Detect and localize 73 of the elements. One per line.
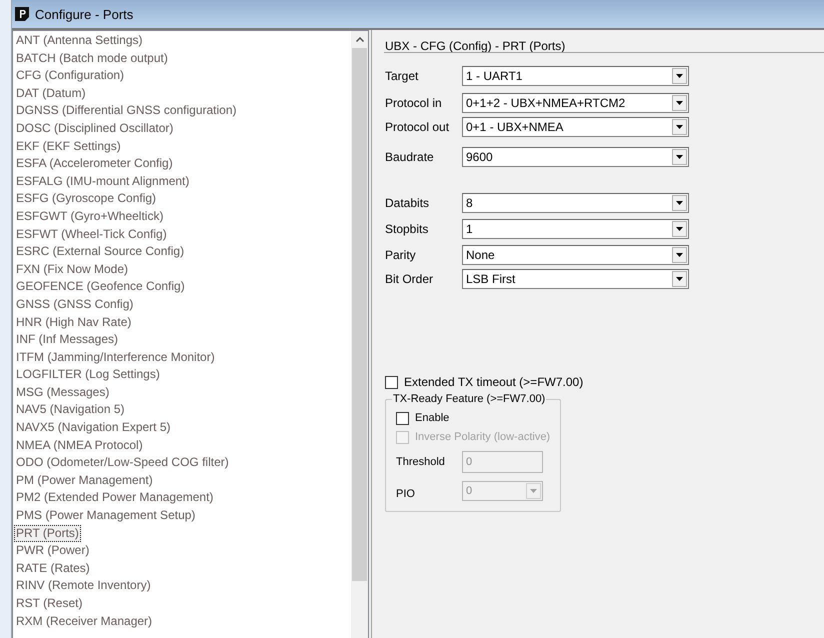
window-title: Configure - Ports [35, 6, 134, 22]
message-list-item[interactable]: FXN (Fix Now Mode) [13, 260, 130, 278]
field-label: Databits [385, 196, 430, 210]
message-list-item[interactable]: DGNSS (Differential GNSS configuration) [13, 102, 239, 120]
scroll-thumb[interactable] [352, 48, 367, 581]
field-label: Threshold [396, 456, 446, 468]
message-list-item[interactable]: CFG (Configuration) [13, 67, 126, 85]
field-label: PIO [396, 487, 416, 500]
message-list-item[interactable]: ESFWT (Wheel-Tick Config) [13, 226, 169, 244]
dropdown-arrow-icon [676, 253, 683, 257]
message-list-item[interactable]: ODO (Odometer/Low-Speed COG filter) [13, 454, 231, 472]
dropdown-arrow-icon [676, 101, 683, 105]
dropdown[interactable]: 0+1 - UBX+NMEA [462, 117, 689, 137]
dropdown-arrow-icon [676, 74, 683, 78]
checkbox[interactable] [385, 376, 398, 388]
message-list-item[interactable]: BATCH (Batch mode output) [13, 50, 170, 68]
dropdown[interactable]: 1 [462, 219, 689, 239]
dropdown[interactable]: 8 [462, 193, 689, 213]
message-list-item[interactable]: EKF (EKF Settings) [13, 138, 123, 156]
message-list-item[interactable]: RST (Reset) [13, 595, 84, 613]
message-list-item[interactable]: NMEA (NMEA Protocol) [13, 436, 145, 454]
message-list-item[interactable]: ESFALG (IMU-mount Alignment) [13, 172, 192, 190]
message-list-item[interactable]: RXM (Receiver Manager) [13, 612, 154, 630]
dropdown[interactable]: 9600 [462, 147, 689, 167]
message-list-item[interactable]: PM2 (Extended Power Management) [13, 489, 216, 508]
message-list-item[interactable]: ESFG (Gyroscope Config) [13, 190, 158, 208]
message-list-item[interactable]: PRT (Ports) [14, 524, 81, 542]
message-list-item[interactable]: GEOFENCE (Geofence Config) [13, 278, 187, 296]
message-list-item[interactable]: PM (Power Management) [13, 472, 155, 490]
message-list-item[interactable]: RINV (Remote Inventory) [13, 577, 153, 595]
field-label: Protocol in [385, 96, 443, 110]
message-list-item[interactable]: NAVX5 (Navigation Expert 5) [13, 419, 173, 437]
field-label: Protocol out [385, 120, 450, 134]
checkbox-label: Extended TX timeout (>=FW7.00) [404, 375, 584, 389]
dropdown-arrow-icon [676, 227, 683, 231]
message-list-item[interactable]: HNR (High Nav Rate) [13, 314, 134, 332]
field-label: Stopbits [385, 222, 430, 236]
message-list-item[interactable]: PWR (Power) [13, 542, 92, 560]
checkbox-label: Enable [415, 412, 450, 424]
message-list-item[interactable]: ITFM (Jamming/Interference Monitor) [13, 348, 217, 366]
dropdown-arrow-icon [530, 489, 537, 493]
field-label: Bit Order [385, 272, 434, 286]
message-list-item[interactable]: DOSC (Disciplined Oscillator) [13, 120, 176, 138]
checkbox[interactable] [396, 412, 409, 424]
field-label: Baudrate [385, 150, 435, 164]
dropdown[interactable]: LSB First [462, 269, 689, 289]
dropdown-arrow-icon [676, 277, 683, 281]
message-list-item[interactable]: ESRC (External Source Config) [13, 243, 186, 261]
section-heading: UBX - CFG (Config) - PRT (Ports) [384, 38, 566, 52]
scroll-up-icon[interactable] [356, 37, 364, 42]
dropdown-arrow-icon [676, 125, 683, 129]
message-list-item[interactable]: NAV5 (Navigation 5) [13, 401, 126, 420]
message-list-item[interactable]: GNSS (GNSS Config) [13, 296, 136, 314]
message-list-item[interactable]: ESFGWT (Gyro+Wheeltick) [13, 208, 166, 226]
dropdown-arrow-icon [676, 155, 683, 159]
message-list-item[interactable]: RATE (Rates) [13, 560, 92, 578]
message-list-item[interactable]: ANT (Antenna Settings) [13, 32, 145, 50]
message-list-item[interactable]: DAT (Datum) [13, 84, 88, 102]
message-list-item[interactable]: ESFA (Accelerometer Config) [13, 155, 175, 173]
group-title: TX-Ready Feature (>=FW7.00) [392, 393, 546, 405]
message-list-item[interactable]: INF (Inf Messages) [13, 331, 120, 349]
field-label: Target [385, 69, 420, 83]
field-label: Parity [385, 248, 417, 262]
dropdown-arrow-icon [676, 201, 683, 205]
scrollbar[interactable] [351, 31, 368, 638]
message-list-item[interactable]: LOGFILTER (Log Settings) [13, 366, 162, 384]
message-list-item[interactable]: PMS (Power Management Setup) [13, 507, 198, 525]
dropdown[interactable]: 1 - UART1 [462, 66, 689, 86]
message-list-item[interactable]: MSG (Messages) [13, 384, 112, 402]
dropdown[interactable]: None [462, 245, 689, 265]
dropdown[interactable]: 0+1+2 - UBX+NMEA+RTCM2 [462, 93, 689, 113]
app-icon [15, 7, 29, 21]
checkbox-label: Inverse Polarity (low-active) [415, 431, 550, 443]
